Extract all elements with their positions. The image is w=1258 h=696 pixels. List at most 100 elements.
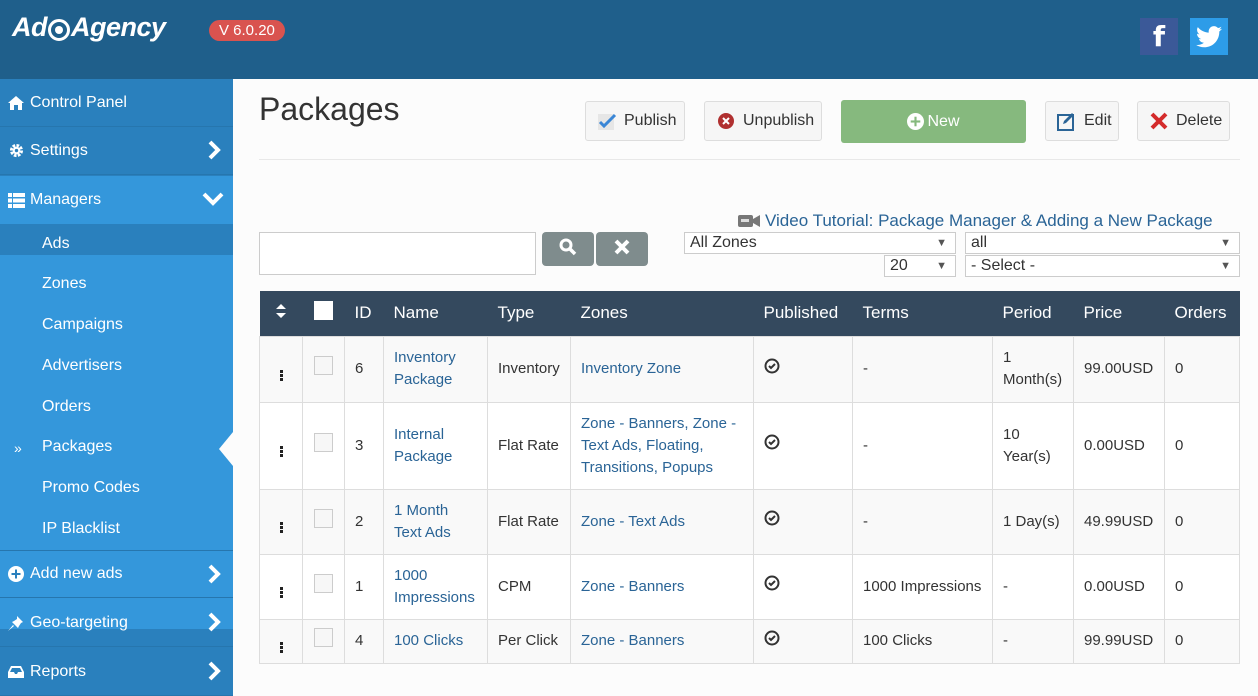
sidebar-item-add-new-ads[interactable]: Add new ads (0, 550, 233, 598)
cell-id: 6 (344, 335, 384, 403)
per-page-select[interactable]: 20 ▼ (884, 255, 956, 277)
drag-handle[interactable] (259, 401, 303, 490)
new-button[interactable]: New (841, 100, 1026, 143)
sort-column-header[interactable] (259, 291, 303, 336)
clear-search-button[interactable] (596, 232, 648, 266)
cell-zones: Zone - Banners (570, 553, 754, 620)
column-header-orders[interactable]: Orders (1164, 291, 1240, 336)
sidebar-item-label: Add new ads (30, 565, 123, 582)
column-header-id[interactable]: ID (344, 291, 384, 336)
cell-price: 49.99USD (1073, 488, 1165, 555)
column-header-name[interactable]: Name (383, 291, 488, 336)
column-header-type[interactable]: Type (487, 291, 571, 336)
column-header-period[interactable]: Period (992, 291, 1074, 336)
sidebar-subitem-ads[interactable]: Ads (42, 235, 70, 253)
row-checkbox[interactable] (314, 356, 333, 375)
cell-orders: 0 (1164, 553, 1240, 620)
sidebar-subitem-zones[interactable]: Zones (42, 275, 86, 293)
packages-table: ID Name Type Zones Published Terms Perio… (259, 291, 1240, 664)
video-tutorial-link[interactable]: Video Tutorial: Package Manager & Adding… (738, 211, 1213, 231)
zones-link[interactable]: Zone - Banners (581, 578, 684, 595)
cell-zones: Zone - Banners (570, 618, 754, 664)
cell-price: 99.00USD (1073, 335, 1165, 403)
cell-terms: - (852, 401, 993, 490)
cell-type: CPM (487, 553, 571, 620)
logo-text-right: Agency (71, 12, 166, 42)
search-icon (559, 238, 577, 261)
published-check-icon[interactable] (764, 434, 780, 450)
column-header-price[interactable]: Price (1073, 291, 1165, 336)
unpublish-label: Unpublish (743, 112, 815, 129)
published-check-icon[interactable] (764, 630, 780, 646)
row-checkbox[interactable] (314, 628, 333, 647)
cell-orders: 0 (1164, 618, 1240, 664)
sidebar-subitem-ip-blacklist[interactable]: IP Blacklist (42, 520, 120, 538)
sidebar-item-label: Control Panel (30, 93, 127, 111)
drag-handle[interactable] (259, 335, 303, 403)
dropdown-arrow-icon: ▼ (936, 237, 947, 249)
zones-link[interactable]: Zone - Text Ads (581, 513, 685, 530)
drag-handle[interactable] (259, 618, 303, 664)
search-input[interactable] (259, 232, 536, 275)
zones-link[interactable]: Inventory Zone (581, 360, 681, 377)
package-name-link[interactable]: Inventory Package (394, 349, 456, 388)
sidebar-item-settings[interactable]: Settings (0, 127, 233, 175)
published-check-icon[interactable] (764, 358, 780, 374)
chevron-right-icon (207, 140, 221, 165)
column-header-zones[interactable]: Zones (570, 291, 754, 336)
sidebar-item-geo-targeting[interactable]: Geo-targeting (0, 599, 233, 647)
delete-label: Delete (1176, 112, 1223, 129)
package-name-link[interactable]: 1000 Impressions (394, 567, 475, 606)
cell-published (753, 488, 853, 555)
row-checkbox[interactable] (314, 508, 333, 528)
edit-button[interactable]: Edit (1045, 101, 1119, 141)
select-all-header[interactable] (302, 291, 345, 336)
delete-button[interactable]: Delete (1137, 101, 1230, 141)
zones-filter-select[interactable]: All Zones ▼ (684, 232, 956, 254)
package-name-link[interactable]: Internal Package (394, 426, 452, 465)
type-filter-select[interactable]: - Select - ▼ (965, 255, 1240, 277)
column-header-terms[interactable]: Terms (852, 291, 993, 336)
sidebar-subitem-promo-codes[interactable]: Promo Codes (42, 479, 140, 497)
cell-period: 1 Month(s) (992, 335, 1074, 403)
cell-published (753, 335, 853, 403)
package-name-link[interactable]: 100 Clicks (394, 632, 463, 649)
sidebar-item-reports[interactable]: Reports (0, 648, 233, 696)
row-checkbox[interactable] (314, 432, 333, 452)
column-header-published[interactable]: Published (753, 291, 853, 336)
target-icon (48, 18, 70, 41)
package-name-link[interactable]: 1 Month Text Ads (394, 502, 451, 541)
cell-id: 3 (344, 401, 384, 490)
published-check-icon[interactable] (764, 575, 780, 591)
cell-price: 99.99USD (1073, 618, 1165, 664)
publish-button[interactable]: Publish (585, 101, 685, 141)
sidebar-subitem-orders[interactable]: Orders (42, 398, 91, 416)
unpublish-button[interactable]: Unpublish (704, 101, 822, 141)
cell-type: Per Click (487, 618, 571, 664)
cell-orders: 0 (1164, 335, 1240, 403)
drag-handle[interactable] (259, 488, 303, 555)
sidebar-item-label: Settings (30, 141, 88, 159)
facebook-icon[interactable]: f (1140, 18, 1178, 55)
twitter-icon[interactable] (1190, 18, 1228, 55)
cell-price: 0.00USD (1073, 553, 1165, 620)
cell-name: Internal Package (383, 401, 488, 490)
new-label: New (927, 112, 960, 130)
zones-link[interactable]: Zone - Banners, Zone - Text Ads, Floatin… (581, 415, 736, 476)
row-checkbox[interactable] (314, 573, 333, 593)
sidebar-item-control-panel[interactable]: Control Panel (0, 79, 233, 127)
sidebar-subitem-campaigns[interactable]: Campaigns (42, 316, 123, 334)
sidebar-subitem-packages[interactable]: Packages (42, 438, 112, 456)
search-button[interactable] (542, 232, 594, 266)
divider (259, 159, 1240, 160)
adagency-logo[interactable]: Ad Agency (12, 12, 166, 43)
sidebar-subitem-advertisers[interactable]: Advertisers (42, 357, 122, 375)
published-check-icon[interactable] (764, 510, 780, 526)
cell-name: 1 Month Text Ads (383, 488, 488, 555)
drag-handle-icon (279, 522, 283, 533)
status-filter-select[interactable]: all ▼ (965, 232, 1240, 254)
sidebar-item-managers[interactable]: Managers (0, 176, 233, 224)
select-all-checkbox[interactable] (314, 301, 333, 321)
drag-handle[interactable] (259, 553, 303, 620)
zones-link[interactable]: Zone - Banners (581, 632, 684, 649)
